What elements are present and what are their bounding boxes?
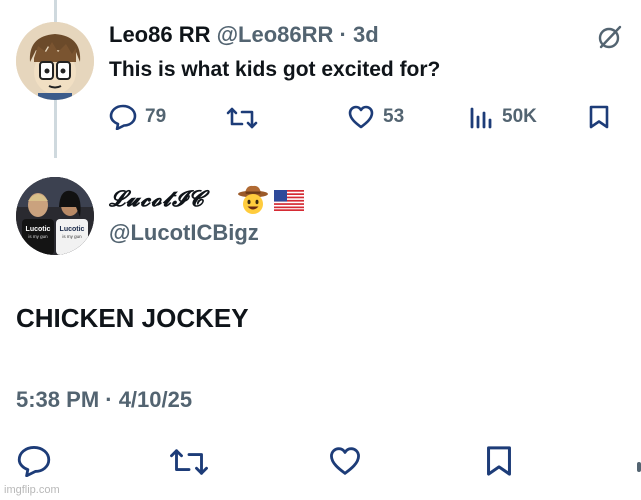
parent-repost-button[interactable]: [226, 106, 258, 130]
parent-like-button[interactable]: 53: [347, 104, 404, 130]
main-reply-button[interactable]: [16, 445, 52, 477]
main-like-button[interactable]: [327, 445, 363, 477]
like-icon: [348, 105, 374, 129]
parent-post-age[interactable]: 3d: [353, 22, 379, 47]
post-timestamp[interactable]: 5:38 PM · 4/10/25: [16, 387, 192, 413]
main-post-text: CHICKEN JOCKEY: [16, 303, 249, 333]
parent-views-button[interactable]: 50K: [468, 104, 537, 130]
repost-icon: [170, 449, 208, 475]
grok-icon[interactable]: [597, 24, 623, 50]
repost-icon: [226, 107, 258, 129]
avatar-shirt-text-left: Lucotic: [26, 226, 51, 233]
parent-like-count: 53: [383, 106, 405, 127]
bookmark-icon: [589, 105, 609, 129]
us-flag-icon: [274, 190, 304, 211]
share-button-edge[interactable]: [637, 462, 641, 472]
like-icon: [330, 447, 360, 475]
parent-handle[interactable]: @Leo86RR: [217, 22, 334, 47]
avatar-shirt-subtext-right: is my gun: [62, 234, 82, 239]
meta-separator: ·: [339, 22, 347, 47]
parent-post-header: Leo86 RR @Leo86RR · 3d: [109, 22, 379, 48]
parent-post-text: This is what kids got excited for?: [109, 58, 441, 81]
author-avatar[interactable]: Lucotic is my gun Lucotic is my gun: [16, 177, 94, 255]
parent-view-count: 50K: [502, 106, 537, 127]
reply-icon: [109, 104, 137, 130]
views-icon: [470, 107, 492, 129]
parent-avatar[interactable]: [16, 22, 94, 100]
parent-reply-button[interactable]: 79: [109, 104, 166, 130]
reply-icon: [17, 446, 51, 477]
parent-reply-count: 79: [145, 106, 167, 127]
parent-display-name[interactable]: Leo86 RR: [109, 22, 210, 47]
imgflip-watermark: imgflip.com: [4, 484, 60, 496]
main-bookmark-button[interactable]: [484, 444, 514, 478]
parent-bookmark-button[interactable]: [588, 104, 610, 130]
bookmark-icon: [487, 446, 511, 476]
avatar-shirt-subtext-left: is my gun: [28, 234, 48, 239]
author-display-name[interactable]: 𝓛𝓾𝓬𝓸𝓽𝓘𝓒: [109, 186, 204, 212]
main-repost-button[interactable]: [169, 447, 209, 477]
avatar-shirt-text-right: Lucotic: [60, 226, 85, 233]
author-handle[interactable]: @LucotICBigz: [109, 220, 259, 246]
cowboy-emoji-icon: [238, 185, 268, 214]
